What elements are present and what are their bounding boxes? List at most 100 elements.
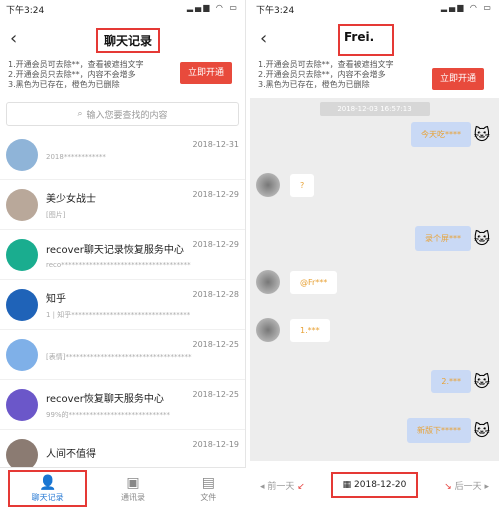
avatar — [6, 338, 38, 371]
next-day-label: 后一天 — [454, 481, 482, 492]
open-membership-button[interactable]: 立即开通 — [180, 62, 233, 84]
chat-preview: reco************************************… — [46, 260, 191, 269]
chat-preview: 1 | 知乎********************************** — [46, 310, 191, 319]
back-arrow-icon[interactable]: ‹ — [260, 28, 267, 49]
file-icon: ▤ — [201, 474, 215, 491]
chat-date: 2018-12-25 — [192, 390, 240, 399]
chat-preview: 99%的***************************** — [46, 410, 171, 419]
chat-name: recover恢复聊天服务中心 — [46, 393, 164, 405]
message-sent: 新版下***** 🐱 — [407, 418, 493, 443]
chat-item-text: [表情]************************************ — [46, 347, 193, 362]
status-bar: 下午3:24 ▂▄▆ ◠ ▭ — [250, 0, 499, 18]
chat-list-item[interactable]: recover聊天记录恢复服务中心 reco*******************… — [0, 230, 245, 280]
avatar — [6, 288, 38, 321]
message-bubble: 新版下***** — [407, 418, 471, 443]
chat-list: 2018************ 2018-12-31 美少女战士 [图片] 2018-… — [0, 130, 245, 480]
tab-chat-records[interactable]: 👤 聊天记录 — [8, 470, 88, 507]
message-bubble: 2.*** — [431, 370, 471, 393]
title-bar: ‹ Frei. — [250, 18, 499, 58]
message-timestamp: 2018-12-03 16:57:13 — [319, 102, 430, 116]
message-bubble: ? — [290, 173, 315, 197]
status-icons: ▂▄▆ ◠ ▭ — [186, 3, 239, 12]
tab-contacts[interactable]: ▣ 通讯录 — [95, 468, 170, 509]
avatar — [6, 238, 38, 271]
avatar — [6, 188, 38, 221]
chat-item-text: 人间不值得 — [46, 445, 193, 465]
chat-item-text: 美少女战士 [图片] — [46, 190, 193, 220]
highlight-arrow-icon: ↙ — [294, 481, 305, 492]
tab-label: 文件 — [200, 492, 217, 502]
person-icon: 👤 — [38, 474, 57, 491]
chat-list-item[interactable]: 2018************ 2018-12-31 — [0, 130, 245, 180]
chat-name: 美少女战士 — [46, 193, 96, 205]
member-notice: 1.开通会员可去除**，查看被遮挡文字 2.开通会员只去除**，内容不会增多 3… — [250, 58, 499, 98]
message-sent: 录个屏*** 🐱 — [415, 226, 493, 251]
chat-date: 2018-12-19 — [192, 440, 240, 449]
next-day-button[interactable]: ↘ 后一天 ▸ — [444, 479, 489, 492]
calendar-icon: ▦ — [342, 480, 355, 490]
status-icons: ▂▄▆ ◠ ▭ — [440, 3, 493, 12]
chat-list-item[interactable]: [表情]************************************… — [0, 330, 245, 380]
contacts-icon: ▣ — [126, 474, 140, 491]
tab-label: 聊天记录 — [31, 492, 64, 502]
message-received: @Fr*** — [256, 270, 338, 294]
message-bubble: 1.*** — [290, 318, 330, 342]
message-bubble: 今天吃**** — [411, 122, 471, 147]
avatar — [6, 388, 38, 421]
chat-date: 2018-12-29 — [192, 190, 240, 199]
cat-avatar-icon: 🐱 — [473, 372, 491, 391]
chat-preview: [表情]************************************ — [46, 353, 192, 361]
highlight-arrow-icon: ↘ — [444, 481, 455, 492]
prev-day-button[interactable]: ◂ 前一天 ↙ — [260, 479, 305, 492]
message-sent: 今天吃**** 🐱 — [411, 122, 493, 147]
status-time: 下午3:24 — [6, 6, 45, 16]
chat-name: 知乎 — [46, 293, 66, 305]
chat-name: recover聊天记录恢复服务中心 — [46, 244, 184, 256]
chat-title: Frei. — [338, 24, 395, 56]
chat-list-item[interactable]: recover恢复聊天服务中心 99%的*********************… — [0, 380, 245, 430]
chat-item-text: recover聊天记录恢复服务中心 reco*******************… — [46, 241, 193, 269]
search-bar[interactable]: ⌕ 输入您要查找的内容 — [6, 102, 239, 126]
chat-date: 2018-12-25 — [192, 340, 240, 349]
message-received: ? — [256, 173, 315, 197]
cat-avatar-icon: 🐱 — [473, 125, 491, 144]
page-title: 聊天记录 — [96, 28, 161, 53]
status-bar: 下午3:24 ▂▄▆ ◠ ▭ — [0, 0, 245, 18]
chat-list-item[interactable]: 知乎 1 | 知乎********************************… — [0, 280, 245, 330]
message-bubble: 录个屏*** — [415, 226, 471, 251]
chat-preview: [图片] — [46, 210, 66, 219]
avatar — [256, 270, 280, 294]
chat-item-text: 知乎 1 | 知乎********************************… — [46, 290, 193, 320]
tab-files[interactable]: ▤ 文件 — [171, 468, 246, 509]
cat-avatar-icon: 🐱 — [473, 421, 491, 440]
search-icon: ⌕ — [77, 109, 83, 119]
chat-list-panel: 下午3:24 ▂▄▆ ◠ ▭ ‹ 聊天记录 1.开通会员可去除**，查看被遮挡文… — [0, 0, 246, 509]
cat-avatar-icon: 🐱 — [473, 229, 491, 248]
message-received: 1.*** — [256, 318, 330, 342]
chat-name: 人间不值得 — [46, 448, 96, 460]
chat-item-text: 2018************ — [46, 148, 193, 161]
date-navigator: ◂ 前一天 ↙ ▦ 2018-12-20 ↘ 后一天 ▸ — [250, 461, 499, 509]
bottom-tab-bar: 👤 聊天记录 ▣ 通讯录 ▤ 文件 — [0, 467, 246, 509]
chat-preview: 2018************ — [46, 153, 106, 161]
search-placeholder: 输入您要查找的内容 — [86, 110, 168, 121]
current-date: 2018-12-20 — [354, 480, 407, 490]
avatar — [256, 318, 280, 342]
back-arrow-icon[interactable]: ‹ — [10, 28, 17, 49]
status-time: 下午3:24 — [256, 6, 295, 16]
chevron-right-icon: ▸ — [481, 481, 489, 492]
chat-list-item[interactable]: 美少女战士 [图片] 2018-12-29 — [0, 180, 245, 230]
chat-date: 2018-12-29 — [192, 240, 240, 249]
tab-label: 通讯录 — [120, 492, 145, 502]
avatar — [6, 438, 38, 471]
date-picker[interactable]: ▦ 2018-12-20 — [330, 472, 419, 498]
chat-detail-panel: 下午3:24 ▂▄▆ ◠ ▭ ‹ Frei. 1.开通会员可去除**，查看被遮挡… — [250, 0, 499, 509]
member-notice: 1.开通会员可去除**，查看被遮挡文字 2.开通会员只去除**，内容不会增多 3… — [0, 58, 245, 98]
message-sent: 2.*** 🐱 — [431, 370, 493, 393]
message-bubble: @Fr*** — [290, 270, 338, 294]
prev-day-label: 前一天 — [267, 481, 295, 492]
chat-date: 2018-12-28 — [192, 290, 240, 299]
open-membership-button[interactable]: 立即开通 — [432, 68, 485, 90]
chat-item-text: recover恢复聊天服务中心 99%的*********************… — [46, 390, 193, 420]
chat-date: 2018-12-31 — [192, 140, 240, 149]
